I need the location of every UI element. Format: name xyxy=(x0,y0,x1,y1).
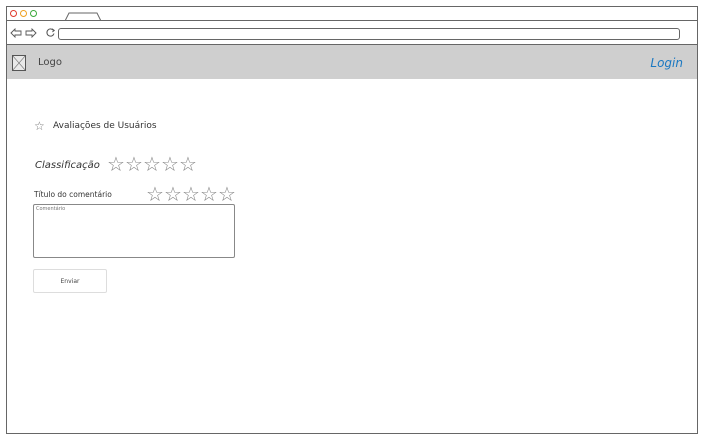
section-title: Avaliações de Usuários xyxy=(53,121,157,131)
star-icon: ☆ xyxy=(34,119,45,133)
minimize-window-icon[interactable] xyxy=(20,10,27,17)
maximize-window-icon[interactable] xyxy=(30,10,37,17)
comment-textarea[interactable] xyxy=(33,204,235,258)
address-bar-row xyxy=(7,21,697,45)
site-header: Logo Login xyxy=(7,45,697,79)
back-arrow-icon[interactable] xyxy=(10,28,22,38)
comment-title-label: Título do comentário xyxy=(34,190,112,199)
login-link[interactable]: Login xyxy=(650,56,683,70)
browser-tab-bar xyxy=(7,7,697,21)
rating-label: Classificação xyxy=(35,160,100,171)
close-window-icon[interactable] xyxy=(10,10,17,17)
star-icon[interactable]: ☆ xyxy=(182,184,200,204)
browser-tab[interactable] xyxy=(65,12,101,21)
star-icon[interactable]: ☆ xyxy=(179,154,197,174)
url-input[interactable] xyxy=(58,28,680,40)
comment-rating-stars: ☆ ☆ ☆ ☆ ☆ xyxy=(146,184,236,204)
star-icon[interactable]: ☆ xyxy=(200,184,218,204)
rating-stars: ☆ ☆ ☆ ☆ ☆ xyxy=(107,154,197,174)
star-icon[interactable]: ☆ xyxy=(161,154,179,174)
reload-icon[interactable] xyxy=(45,27,56,38)
star-icon[interactable]: ☆ xyxy=(218,184,236,204)
forward-arrow-icon[interactable] xyxy=(25,28,37,38)
star-icon[interactable]: ☆ xyxy=(125,154,143,174)
star-icon[interactable]: ☆ xyxy=(164,184,182,204)
star-icon[interactable]: ☆ xyxy=(146,184,164,204)
star-icon[interactable]: ☆ xyxy=(107,154,125,174)
star-icon[interactable]: ☆ xyxy=(143,154,161,174)
logo-text: Logo xyxy=(38,57,62,68)
send-button[interactable]: Enviar xyxy=(33,269,107,293)
logo-image-icon xyxy=(12,55,26,71)
